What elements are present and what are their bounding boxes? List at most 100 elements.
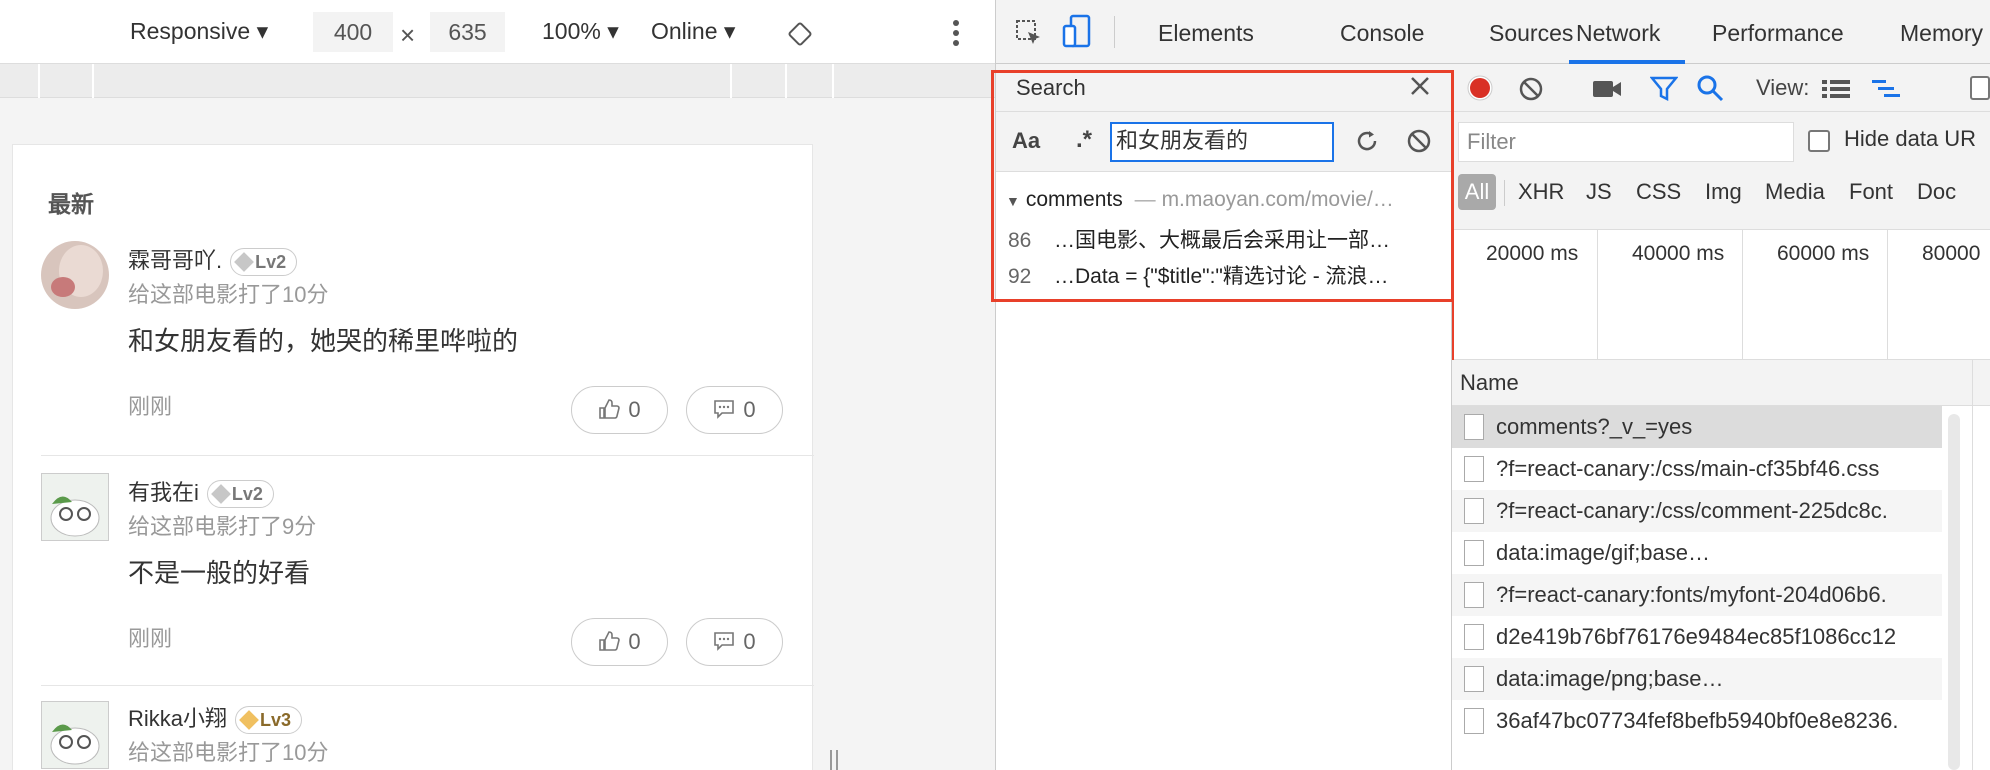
device-toolbar-icon[interactable]	[1062, 14, 1092, 53]
height-input[interactable]: 635	[430, 12, 505, 52]
request-row[interactable]: ?f=react-canary:/css/main-cf35bf46.css	[1452, 448, 1942, 490]
username[interactable]: Rikka小翔 Lv3	[128, 701, 303, 735]
rotate-icon[interactable]	[786, 20, 814, 54]
filter-type-js[interactable]: JS	[1586, 174, 1612, 210]
toolbar-divider	[1114, 16, 1115, 48]
timeline-tick-label: 20000 ms	[1486, 242, 1579, 265]
username-text: Rikka小翔	[128, 706, 228, 731]
level-text: Lv2	[231, 484, 263, 505]
avatar[interactable]	[41, 473, 109, 541]
request-row[interactable]: 36af47bc07734fef8befb5940bf0e8e8236.	[1452, 700, 1942, 742]
rating-text: 给这部电影打了10分	[128, 282, 329, 307]
timeline-tick-label: 80000	[1922, 242, 1981, 265]
filter-type-all[interactable]: All	[1458, 174, 1496, 210]
image-icon	[1464, 666, 1484, 692]
device-toolbar: Responsive ▾ 400 × 635 100% ▾ Online ▾	[0, 0, 995, 64]
username[interactable]: 有我在i Lv2	[128, 475, 274, 509]
avatar[interactable]	[41, 701, 109, 769]
vertical-scrollbar[interactable]	[1948, 414, 1960, 770]
tab-sources[interactable]: Sources	[1489, 20, 1573, 47]
mobile-page: 最新 霖哥哥吖. Lv2 给这部电影打了10分 和女朋友看的，她哭的稀里哗啦的 刚…	[12, 144, 814, 770]
timeline-tick-label: 40000 ms	[1632, 242, 1725, 265]
filter-type-font[interactable]: Font	[1849, 174, 1893, 210]
request-row[interactable]: d2e419b76bf76176e9484ec85f1086cc12	[1452, 616, 1942, 658]
inspect-element-icon[interactable]	[1014, 18, 1044, 53]
tab-performance[interactable]: Performance	[1712, 20, 1844, 47]
filter-divider	[1504, 180, 1505, 206]
comment-item: 霖哥哥吖. Lv2 给这部电影打了10分 和女朋友看的，她哭的稀里哗啦的 刚刚	[41, 241, 796, 419]
level-badge: Lv2	[230, 248, 298, 277]
tab-network[interactable]: Network	[1576, 20, 1660, 47]
comment-text: 和女朋友看的，她哭的稀里哗啦的	[128, 326, 519, 356]
media-query-bar[interactable]	[0, 64, 995, 98]
timeline-tick	[1597, 230, 1598, 360]
comment-time: 刚刚	[128, 626, 173, 651]
timeline-overview[interactable]: 20000 ms 40000 ms 60000 ms 80000	[1452, 230, 1990, 360]
request-name: comments?_v_=yes	[1496, 414, 1693, 439]
filter-type-media[interactable]: Media	[1765, 174, 1825, 210]
stylesheet-icon	[1464, 456, 1484, 482]
filter-type-css[interactable]: CSS	[1636, 174, 1681, 210]
level-badge: Lv2	[206, 480, 274, 509]
devtools-tabbar: Elements Console Sources Network Perform…	[996, 0, 1990, 64]
filter-type-xhr[interactable]: XHR	[1518, 174, 1564, 210]
more-options-icon[interactable]	[950, 18, 962, 54]
network-toolbar: View:	[1452, 64, 1990, 112]
filter-input[interactable]: Filter	[1458, 122, 1794, 162]
clear-log-icon[interactable]	[1518, 76, 1544, 107]
device-label: Responsive	[130, 18, 251, 44]
view-label: View:	[1756, 75, 1810, 100]
request-name: data:image/gif;base…	[1496, 540, 1711, 565]
resize-handle[interactable]	[828, 748, 840, 770]
filter-type-img[interactable]: Img	[1705, 174, 1742, 210]
throttle-select[interactable]: Online ▾	[651, 18, 735, 45]
request-name: ?f=react-canary:fonts/myfont-204d06b6.	[1496, 582, 1887, 607]
request-name: 36af47bc07734fef8befb5940bf0e8e8236.	[1496, 708, 1899, 733]
thumbs-up-icon	[599, 631, 621, 651]
stylesheet-icon	[1464, 498, 1484, 524]
timeline-tick-label: 60000 ms	[1777, 242, 1870, 265]
waterfall-icon[interactable]	[1872, 78, 1902, 105]
like-button[interactable]: 0	[571, 618, 668, 666]
zoom-label: 100%	[542, 18, 601, 44]
filter-type-doc[interactable]: Doc	[1917, 174, 1956, 210]
like-button[interactable]: 0	[571, 386, 668, 434]
tab-elements[interactable]: Elements	[1158, 20, 1254, 47]
tab-memory[interactable]: Memory	[1900, 20, 1983, 47]
avatar[interactable]	[41, 241, 109, 309]
device-viewport: Responsive ▾ 400 × 635 100% ▾ Online ▾ 最…	[0, 0, 995, 770]
request-name: ?f=react-canary:/css/main-cf35bf46.css	[1496, 456, 1880, 481]
request-row[interactable]: data:image/png;base…	[1452, 658, 1942, 700]
request-row[interactable]: data:image/gif;base…	[1452, 532, 1942, 574]
comment-icon	[714, 632, 735, 651]
reply-button[interactable]: 0	[686, 386, 783, 434]
filter-icon[interactable]	[1649, 76, 1679, 107]
network-panel: View: Filter Hide data UR All XHR JS CSS…	[1452, 64, 1990, 770]
zoom-select[interactable]: 100% ▾	[542, 18, 619, 45]
hide-data-urls-checkbox[interactable]	[1808, 130, 1830, 152]
record-icon[interactable]	[1466, 74, 1494, 107]
device-select[interactable]: Responsive ▾	[130, 18, 268, 45]
username-text: 霖哥哥吖.	[128, 248, 223, 273]
screenshot-icon[interactable]	[1592, 78, 1622, 105]
level-text: Lv2	[255, 252, 287, 273]
dimension-separator: ×	[400, 20, 416, 50]
request-row[interactable]: comments?_v_=yes	[1452, 406, 1942, 448]
search-icon[interactable]	[1696, 74, 1724, 107]
reply-button[interactable]: 0	[686, 618, 783, 666]
request-row[interactable]: ?f=react-canary:fonts/myfont-204d06b6.	[1452, 574, 1942, 616]
overview-checkbox[interactable]	[1970, 76, 1990, 100]
request-row[interactable]: ?f=react-canary:/css/comment-225dc8c.	[1452, 490, 1942, 532]
width-input[interactable]: 400	[313, 12, 393, 52]
comment-text: 不是一般的好看	[128, 558, 311, 588]
throttle-label: Online	[651, 18, 718, 44]
username[interactable]: 霖哥哥吖. Lv2	[128, 243, 298, 277]
reply-count: 0	[743, 397, 756, 422]
comment-item: Rikka小翔 Lv3 给这部电影打了10分	[41, 701, 796, 770]
rating-text: 给这部电影打了10分	[128, 740, 329, 765]
like-count: 0	[628, 397, 641, 422]
name-column-header[interactable]: Name	[1452, 360, 1990, 406]
network-filter-bar: Filter Hide data UR All XHR JS CSS Img M…	[1452, 112, 1990, 230]
tab-console[interactable]: Console	[1340, 20, 1424, 47]
large-rows-icon[interactable]	[1822, 78, 1850, 105]
